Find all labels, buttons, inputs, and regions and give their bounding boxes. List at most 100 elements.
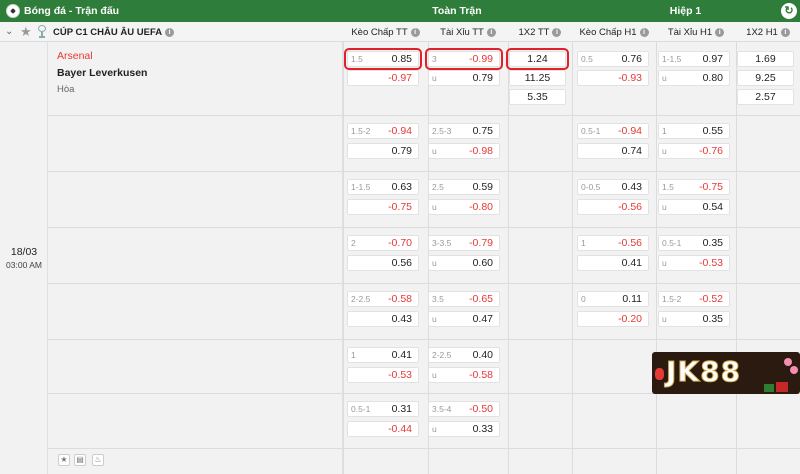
odds-cell[interactable]: 1.24: [506, 48, 569, 70]
odds-value: 0.74: [621, 145, 642, 157]
odds-value: 0.59: [472, 181, 493, 193]
odds-cell[interactable]: u 0.80: [658, 70, 730, 86]
refresh-icon[interactable]: ↻: [781, 3, 797, 19]
odds-cell[interactable]: 0.56: [347, 255, 419, 271]
team-column: [48, 42, 343, 474]
col-hdp-tt: Kèo Chấp TT i: [343, 27, 428, 38]
odds-value: 0.76: [621, 53, 642, 65]
handicap-line: 3: [432, 54, 437, 64]
odds-cell[interactable]: u -0.76: [658, 143, 730, 159]
info-icon[interactable]: i: [165, 28, 175, 37]
odds-cell[interactable]: -0.44: [347, 421, 419, 437]
odds-cell[interactable]: 2 -0.70: [347, 235, 419, 251]
odds-cell[interactable]: 1 0.41: [347, 347, 419, 363]
favorite-star-icon[interactable]: ★: [20, 24, 32, 40]
odds-cell[interactable]: 0.5-1 0.35: [658, 235, 730, 251]
lantern-icon: [655, 368, 664, 380]
odds-cell[interactable]: 3.5 -0.65: [428, 291, 500, 307]
handicap-line: 3-3.5: [432, 238, 452, 248]
odds-cell[interactable]: 0.5 0.76: [577, 51, 649, 67]
league-header: ⌄ ★ CÚP C1 CHÂU ÂU UEFA i Kèo Chấp TT i Tà…: [0, 22, 800, 42]
info-icon[interactable]: i: [715, 28, 725, 37]
odds-cell[interactable]: u -0.98: [428, 143, 500, 159]
league-name[interactable]: CÚP C1 CHÂU ÂU UEFA i: [53, 27, 175, 38]
odds-cell[interactable]: -0.53: [347, 367, 419, 383]
odds-cell[interactable]: u 0.60: [428, 255, 500, 271]
odds-cell[interactable]: u 0.79: [428, 70, 500, 86]
flower-icon: [790, 366, 798, 374]
handicap-line: 0: [581, 294, 586, 304]
odds-value: -0.58: [388, 293, 412, 305]
odds-cell[interactable]: 1 -0.56: [577, 235, 649, 251]
odds-value: 0.54: [702, 201, 723, 213]
odds-cell[interactable]: -0.20: [577, 311, 649, 327]
odds-cell[interactable]: 0.41: [577, 255, 649, 271]
odds-value: -0.97: [388, 72, 412, 84]
odds-cell[interactable]: 0.5-1 -0.94: [577, 123, 649, 139]
odds-cell[interactable]: 1.69: [737, 51, 794, 67]
odds-cell[interactable]: 2.57: [737, 89, 794, 105]
fire-icon[interactable]: ♨: [92, 454, 104, 466]
odds-cell[interactable]: 3.5-4 -0.50: [428, 401, 500, 417]
odds-cell[interactable]: 2-2.5 -0.58: [347, 291, 419, 307]
odds-cell[interactable]: -0.75: [347, 199, 419, 215]
odds-cell[interactable]: 5.35: [509, 89, 566, 105]
handicap-line: 0-0.5: [581, 182, 601, 192]
odds-cell[interactable]: -0.56: [577, 199, 649, 215]
info-icon[interactable]: i: [552, 28, 562, 37]
football-icon: [6, 4, 20, 18]
odds-cell[interactable]: 2.5-3 0.75: [428, 123, 500, 139]
odds-cell[interactable]: 1-1.5 0.63: [347, 179, 419, 195]
odds-cell[interactable]: 2.5 0.59: [428, 179, 500, 195]
odds-cell[interactable]: 1.5 0.85: [344, 48, 422, 70]
handicap-line: 1-1.5: [662, 54, 682, 64]
star-icon[interactable]: ★: [58, 454, 70, 466]
odds-cell[interactable]: u 0.54: [658, 199, 730, 215]
odds-cell[interactable]: 11.25: [509, 70, 566, 86]
row-separator: [48, 115, 800, 116]
odds-value: 0.40: [472, 349, 493, 361]
odds-cell[interactable]: u -0.80: [428, 199, 500, 215]
info-icon[interactable]: i: [780, 28, 790, 37]
odds-cell[interactable]: u -0.53: [658, 255, 730, 271]
odds-cell[interactable]: u 0.35: [658, 311, 730, 327]
away-team[interactable]: Bayer Leverkusen: [57, 67, 147, 79]
odds-cell[interactable]: u 0.33: [428, 421, 500, 437]
odds-value: 2.57: [755, 91, 776, 103]
odds-value: 0.31: [391, 403, 412, 415]
odds-value: 0.79: [472, 72, 493, 84]
odds-cell[interactable]: u 0.47: [428, 311, 500, 327]
odds-cell[interactable]: 2-2.5 0.40: [428, 347, 500, 363]
draw-label: Hòa: [57, 84, 75, 95]
odds-cell[interactable]: 3 -0.99: [425, 48, 503, 70]
odds-value: 0.35: [702, 237, 723, 249]
odds-cell[interactable]: 3-3.5 -0.79: [428, 235, 500, 251]
info-icon[interactable]: i: [410, 28, 420, 37]
odds-value: -0.94: [618, 125, 642, 137]
odds-value: 1.24: [527, 53, 548, 65]
odds-cell[interactable]: 1.5-2 -0.94: [347, 123, 419, 139]
jk88-logo: JK88: [652, 352, 800, 394]
odds-cell[interactable]: 0.74: [577, 143, 649, 159]
stats-icon[interactable]: ▤: [74, 454, 86, 466]
odds-cell[interactable]: 1.5 -0.75: [658, 179, 730, 195]
odds-cell[interactable]: 1-1.5 0.97: [658, 51, 730, 67]
odds-cell[interactable]: 0.79: [347, 143, 419, 159]
home-team[interactable]: Arsenal: [57, 50, 93, 62]
handicap-line: 0.5-1: [662, 238, 682, 248]
info-icon[interactable]: i: [486, 28, 496, 37]
odds-cell[interactable]: 9.25: [737, 70, 794, 86]
odds-cell[interactable]: -0.97: [347, 70, 419, 86]
odds-cell[interactable]: 0 0.11: [577, 291, 649, 307]
odds-cell[interactable]: 1 0.55: [658, 123, 730, 139]
odds-cell[interactable]: 0.5-1 0.31: [347, 401, 419, 417]
chevron-down-icon[interactable]: ⌄: [5, 26, 13, 37]
odds-cell[interactable]: 1.5-2 -0.52: [658, 291, 730, 307]
odds-cell[interactable]: u -0.58: [428, 367, 500, 383]
odds-cell[interactable]: 0.43: [347, 311, 419, 327]
odds-cell[interactable]: -0.93: [577, 70, 649, 86]
info-icon[interactable]: i: [639, 28, 649, 37]
odds-value: 0.41: [391, 349, 412, 361]
match-time: 03:00 AM: [6, 260, 42, 270]
odds-cell[interactable]: 0-0.5 0.43: [577, 179, 649, 195]
